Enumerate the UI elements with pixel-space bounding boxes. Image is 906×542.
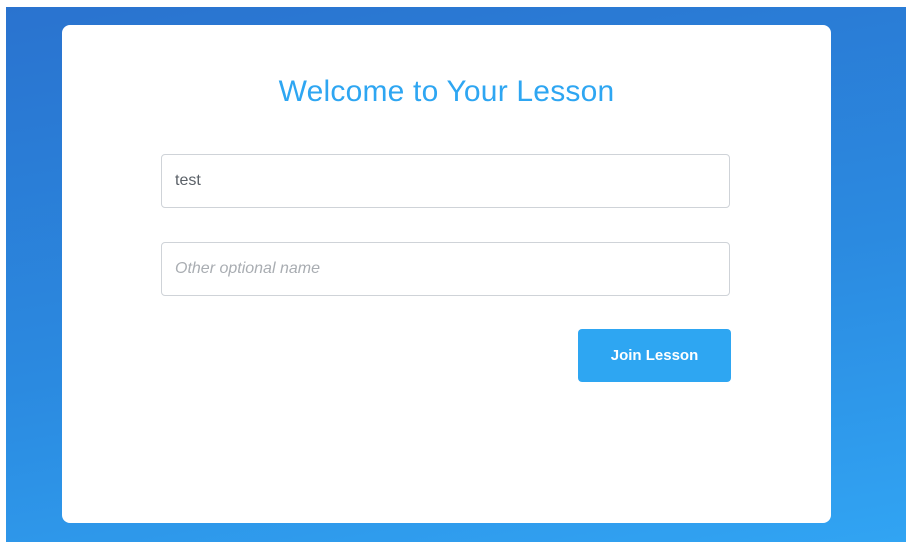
join-lesson-button[interactable]: Join Lesson [578, 329, 731, 382]
name-input[interactable] [161, 154, 730, 208]
page-title: Welcome to Your Lesson [278, 75, 615, 108]
page-background: Welcome to Your Lesson Join Lesson [6, 7, 906, 542]
other-name-input[interactable] [161, 242, 730, 296]
join-lesson-card: Welcome to Your Lesson Join Lesson [62, 25, 831, 523]
